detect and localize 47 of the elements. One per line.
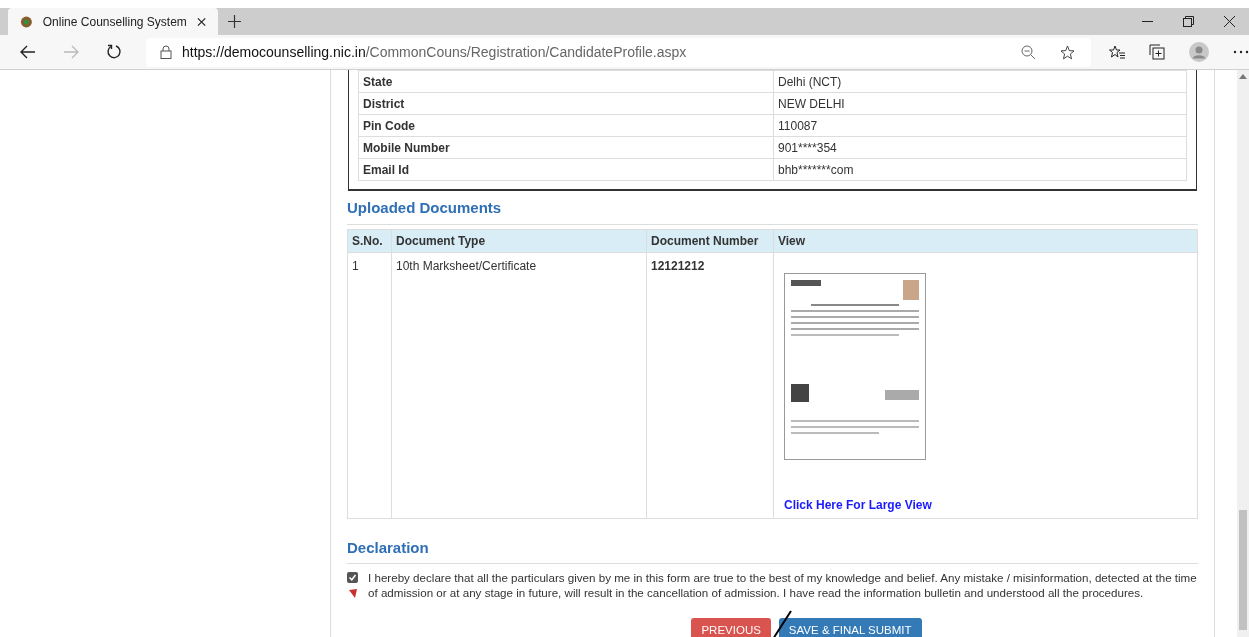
close-icon[interactable] [1224, 16, 1235, 27]
emblem-icon [20, 14, 33, 29]
scroll-up-icon[interactable] [1239, 74, 1247, 79]
more-options-icon[interactable] [1233, 50, 1249, 54]
field-value: bhb*******com [773, 158, 1187, 181]
field-label: Pin Code [358, 114, 774, 137]
field-value: 901****354 [773, 136, 1187, 159]
declaration-text: I hereby declare that all the particulars given by me in this form are true to the best of my knowledge and belief. Any mistake / misinformation, detected at the time of admission or at any stage in future, will result in the cancellation of admission. I have read the information bulletin and understood all the procedures. [368, 570, 1198, 600]
error-flag-icon [348, 589, 357, 598]
favorite-star-icon[interactable] [1060, 44, 1075, 60]
lock-icon [160, 45, 172, 59]
table-cell: 10th Marksheet/Certificate [391, 252, 647, 518]
column-header: Document Number [646, 229, 774, 252]
address-bar[interactable]: https://democounselling.nic.in/CommonCouns/Registration/CandidateProfile.aspx [146, 37, 1091, 67]
column-header: S.No. [347, 229, 392, 252]
previous-button[interactable]: PREVIOUS [691, 618, 771, 637]
zoom-out-icon[interactable] [1021, 44, 1036, 60]
new-tab-icon[interactable] [228, 15, 241, 28]
field-value: Delhi (NCT) [773, 70, 1187, 93]
favorites-list-icon[interactable] [1109, 44, 1125, 60]
close-icon[interactable] [196, 16, 206, 27]
field-value: 110087 [773, 114, 1187, 137]
field-label: State [358, 70, 774, 93]
field-value: NEW DELHI [773, 92, 1187, 115]
browser-tab[interactable]: Online Counselling System [8, 8, 218, 35]
field-label: Email Id [358, 158, 774, 181]
column-header: Document Type [391, 229, 647, 252]
section-heading: Declaration [347, 536, 1198, 564]
profile-avatar-icon[interactable] [1189, 42, 1209, 62]
restore-icon[interactable] [1183, 16, 1194, 27]
section-heading: Uploaded Documents [347, 197, 1198, 225]
large-view-link[interactable]: Click Here For Large View [784, 495, 1187, 514]
scrollbar[interactable] [1237, 70, 1249, 637]
field-label: Mobile Number [358, 136, 774, 159]
table-cell: 12121212 [646, 252, 774, 518]
column-header: View [773, 229, 1198, 252]
collections-icon[interactable] [1149, 44, 1165, 60]
field-label: District [358, 92, 774, 115]
scrollbar-thumb[interactable] [1239, 510, 1247, 630]
document-thumbnail[interactable] [784, 272, 926, 460]
url-text: https://democounselling.nic.in/CommonCouns/Registration/CandidateProfile.aspx [182, 42, 688, 62]
refresh-icon[interactable] [106, 44, 122, 60]
table-cell: 1 [347, 252, 392, 518]
tab-title: Online Counselling System [42, 13, 187, 31]
declaration-checkbox[interactable] [347, 572, 358, 583]
back-icon[interactable] [20, 45, 36, 59]
submit-button[interactable]: SAVE & FINAL SUBMIT [778, 618, 922, 637]
